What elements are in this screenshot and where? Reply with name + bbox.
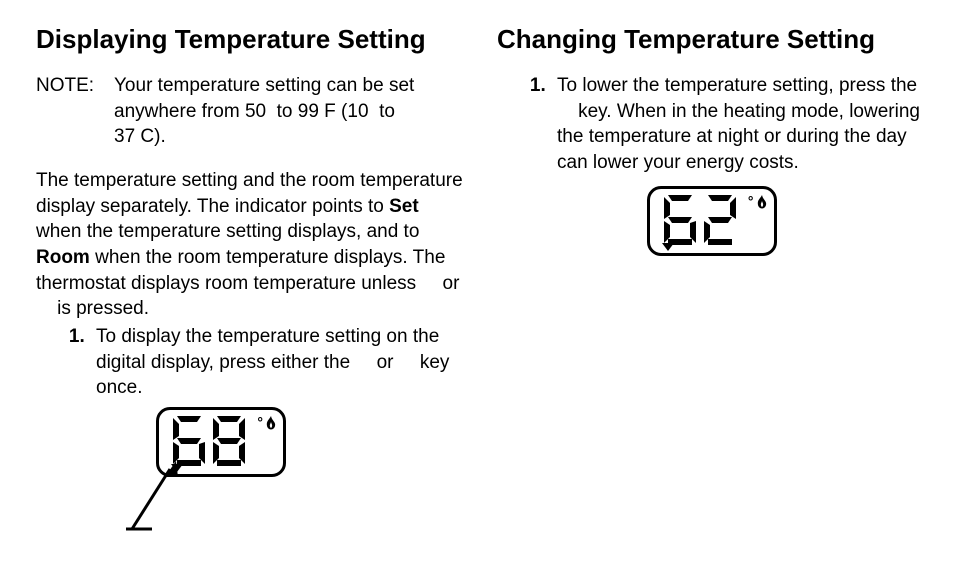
lcd-68-figure: °	[126, 407, 346, 547]
digit-6	[664, 195, 696, 245]
changing-steps: To lower the temperature setting, press …	[497, 73, 926, 176]
flame-icon	[265, 416, 277, 430]
displaying-steps: To display the temperature setting on th…	[36, 324, 465, 401]
note-body: Your temperature setting can be set anyw…	[114, 73, 465, 150]
lcd-62-figure: °	[617, 186, 807, 266]
degree-symbol: °	[257, 414, 263, 430]
displaying-temp-title: Displaying Temperature Setting	[36, 24, 465, 55]
lcd-inner: °	[650, 189, 774, 253]
pointer-triangle-icon	[662, 243, 674, 251]
displaying-step-1: To display the temperature setting on th…	[90, 324, 465, 401]
changing-step-1-text: To lower the temperature setting, press …	[557, 75, 920, 173]
para-part-c: when the temperature setting displays, a…	[36, 221, 419, 242]
displaying-step-1-text: To display the temperature setting on th…	[96, 326, 449, 398]
note-label: NOTE:	[36, 73, 114, 150]
changing-step-1: To lower the temperature setting, press …	[551, 73, 926, 176]
digit-2	[704, 195, 736, 245]
note-block: NOTE: Your temperature setting can be se…	[36, 73, 465, 150]
para-set-bold: Set	[389, 196, 419, 217]
para-room-bold: Room	[36, 247, 90, 268]
right-column: Changing Temperature Setting To lower th…	[485, 24, 926, 569]
para-part-e: when the room temperature displays. The …	[36, 247, 459, 319]
left-column: Displaying Temperature Setting NOTE: You…	[36, 24, 485, 569]
changing-temp-title: Changing Temperature Setting	[497, 24, 926, 55]
degree-symbol: °	[748, 193, 754, 209]
displaying-paragraph: The temperature setting and the room tem…	[36, 168, 465, 322]
flame-icon	[756, 195, 768, 209]
callout-arrow-icon	[120, 447, 210, 537]
lcd-frame: °	[647, 186, 777, 256]
digit-8	[213, 416, 245, 466]
manual-page: Displaying Temperature Setting NOTE: You…	[0, 0, 954, 569]
lcd-digits-62	[664, 195, 738, 245]
